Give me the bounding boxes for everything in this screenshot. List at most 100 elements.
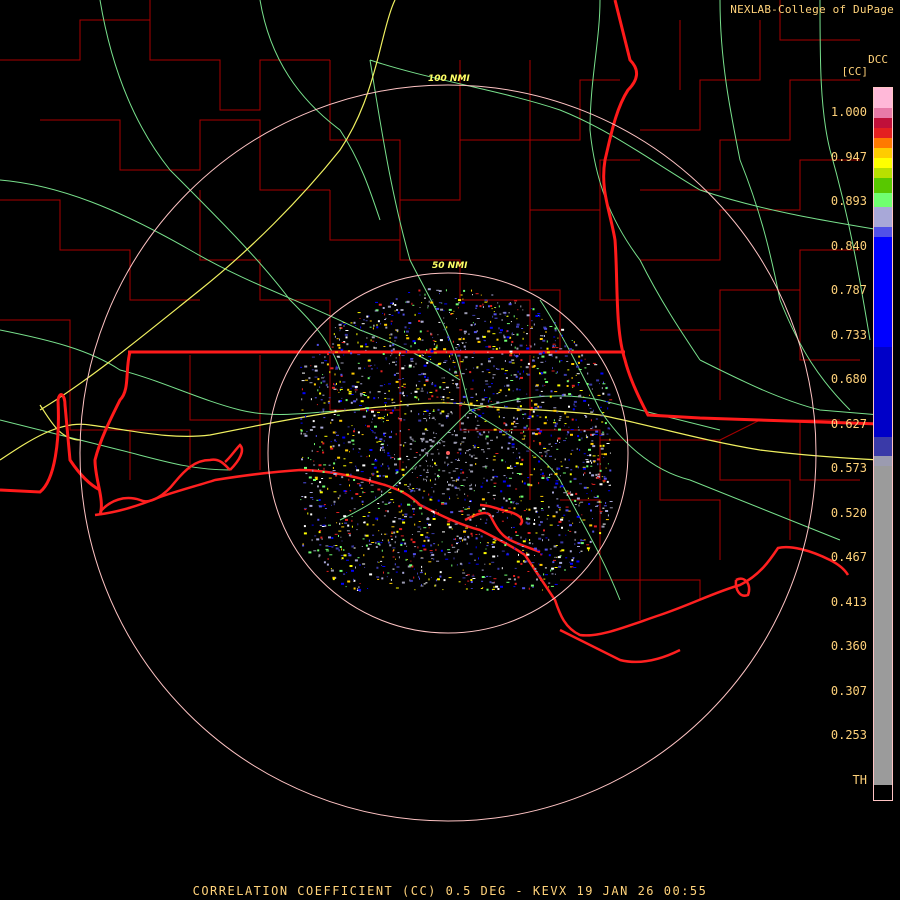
radar-return-pixel	[429, 445, 433, 448]
radar-return-pixel	[538, 516, 540, 518]
radar-return-pixel	[557, 439, 558, 442]
radar-return-pixel	[327, 487, 329, 490]
legend-swatch	[874, 227, 892, 238]
radar-return-pixel	[540, 458, 542, 460]
radar-return-pixel	[394, 563, 396, 566]
radar-return-pixel	[409, 579, 413, 582]
radar-return-pixel	[521, 480, 523, 483]
radar-return-pixel	[351, 519, 353, 522]
radar-return-pixel	[347, 433, 349, 435]
radar-return-pixel	[310, 513, 313, 516]
radar-return-pixel	[375, 436, 376, 438]
radar-return-pixel	[324, 517, 326, 519]
radar-return-pixel	[312, 426, 316, 428]
radar-return-pixel	[418, 380, 421, 382]
radar-return-pixel	[584, 415, 587, 416]
radar-return-pixel	[574, 543, 576, 546]
radar-return-pixel	[388, 541, 391, 544]
radar-return-pixel	[441, 541, 443, 543]
radar-return-pixel	[419, 354, 421, 357]
radar-return-pixel	[460, 469, 463, 471]
radar-return-pixel	[357, 523, 359, 526]
radar-return-pixel	[472, 314, 476, 316]
radar-return-pixel	[377, 391, 381, 393]
radar-return-pixel	[429, 479, 431, 482]
legend-tick-label: 0.840	[830, 238, 867, 253]
radar-return-pixel	[493, 311, 495, 313]
radar-return-pixel	[462, 337, 465, 340]
radar-return-pixel	[570, 469, 573, 471]
radar-return-pixel	[387, 444, 389, 446]
radar-return-pixel	[427, 288, 431, 291]
radar-return-pixel	[420, 320, 424, 323]
radar-return-pixel	[472, 294, 473, 296]
radar-return-pixel	[514, 302, 516, 304]
radar-return-pixel	[512, 452, 514, 454]
radar-return-pixel	[508, 303, 512, 306]
radar-return-pixel	[585, 415, 588, 418]
radar-return-pixel	[607, 463, 609, 465]
radar-return-pixel	[550, 585, 554, 587]
legend-swatch	[874, 147, 892, 158]
radar-return-pixel	[476, 366, 479, 368]
radar-return-pixel	[492, 374, 496, 376]
radar-return-pixel	[446, 326, 448, 329]
radar-return-pixel	[431, 558, 433, 560]
radar-return-pixel	[426, 454, 428, 457]
radar-return-pixel	[453, 402, 457, 404]
radar-return-pixel	[469, 500, 472, 502]
radar-return-pixel	[560, 541, 564, 544]
radar-return-pixel	[508, 498, 511, 500]
radar-return-pixel	[353, 400, 357, 403]
radar-return-pixel	[527, 362, 530, 365]
radar-return-pixel	[339, 388, 343, 390]
radar-return-pixel	[560, 360, 563, 362]
radar-return-pixel	[508, 578, 512, 580]
radar-return-pixel	[302, 392, 306, 395]
radar-return-pixel	[401, 367, 405, 370]
radar-return-pixel	[547, 419, 548, 421]
radar-return-pixel	[301, 398, 303, 401]
radar-return-pixel	[394, 304, 397, 306]
radar-return-pixel	[300, 499, 302, 501]
radar-map[interactable]: 50 NMI 100 NMI	[0, 0, 900, 900]
radar-return-pixel	[470, 532, 473, 535]
radar-return-pixel	[554, 573, 556, 575]
radar-return-pixel	[522, 337, 524, 340]
radar-return-pixel	[533, 323, 535, 326]
radar-return-pixel	[602, 431, 605, 433]
radar-return-pixel	[336, 355, 340, 357]
radar-return-pixel	[525, 538, 527, 541]
radar-return-pixel	[500, 329, 503, 332]
radar-return-pixel	[349, 565, 353, 567]
radar-return-pixel	[458, 302, 460, 304]
radar-return-pixel	[418, 521, 421, 522]
radar-return-pixel	[579, 449, 581, 451]
radar-return-pixel	[517, 406, 520, 408]
radar-return-pixel	[439, 412, 442, 415]
radar-return-pixel	[488, 331, 490, 333]
radar-return-pixel	[405, 558, 407, 561]
radar-return-pixel	[481, 569, 484, 571]
radar-return-pixel	[303, 532, 307, 535]
radar-return-pixel	[572, 386, 574, 388]
radar-return-pixel	[301, 388, 303, 391]
radar-return-pixel	[439, 293, 440, 295]
radar-return-pixel	[554, 425, 557, 428]
radar-return-pixel	[375, 496, 377, 499]
radar-return-pixel	[558, 534, 561, 537]
radar-return-pixel	[501, 550, 505, 552]
radar-return-pixel	[424, 352, 426, 354]
radar-return-pixel	[533, 468, 535, 471]
radar-return-pixel	[568, 405, 570, 408]
radar-return-pixel	[446, 456, 449, 459]
radar-return-pixel	[418, 413, 420, 416]
radar-return-pixel	[486, 518, 488, 521]
radar-return-pixel	[498, 327, 500, 330]
radar-return-pixel	[550, 473, 553, 475]
radar-return-pixel	[346, 530, 350, 532]
radar-return-pixel	[345, 518, 348, 521]
radar-return-pixel	[409, 516, 413, 518]
radar-return-pixel	[567, 529, 569, 531]
radar-return-pixel	[309, 429, 313, 431]
